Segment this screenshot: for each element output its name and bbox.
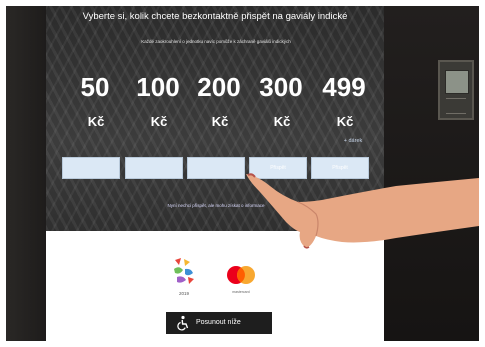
wall-thermostat (438, 60, 474, 120)
photo: Vyberte si, kolik chcete bezkontaktně př… (6, 6, 479, 341)
amount-50[interactable]: 50 (60, 72, 130, 102)
pointing-hand (246, 173, 479, 249)
donate-200-button[interactable] (187, 157, 245, 179)
gift-label: + dárek (343, 138, 363, 144)
scroll-down-button[interactable]: Posunout níže (166, 312, 272, 334)
amount-200[interactable]: 200 (184, 72, 254, 102)
logo-year: 2019 (178, 291, 189, 296)
mastercard-label: mastercard (232, 290, 250, 294)
donation-title: Vyberte si, kolik chcete bezkontaktně př… (82, 11, 348, 22)
wall-left (6, 6, 46, 341)
currency-label: Kč (336, 114, 354, 129)
amount-499[interactable]: 499 (309, 72, 379, 102)
donation-subtitle: Každé zaokrouhlení o jednotku navíc pomů… (141, 39, 291, 44)
currency-label: Kč (87, 114, 105, 129)
wheelchair-icon (177, 315, 189, 331)
amount-300[interactable]: 300 (246, 72, 316, 102)
amount-100[interactable]: 100 (123, 72, 193, 102)
donate-50-button[interactable] (62, 157, 120, 179)
donate-100-button[interactable] (125, 157, 183, 179)
thermostat-buttons (446, 98, 466, 114)
scroll-button-label: Posunout níže (196, 319, 241, 326)
mastercard-logo (227, 266, 255, 284)
currency-label: Kč (211, 114, 229, 129)
currency-label: Kč (273, 114, 291, 129)
currency-label: Kč (150, 114, 168, 129)
event-logo (174, 258, 194, 284)
thermostat-display (445, 70, 469, 94)
